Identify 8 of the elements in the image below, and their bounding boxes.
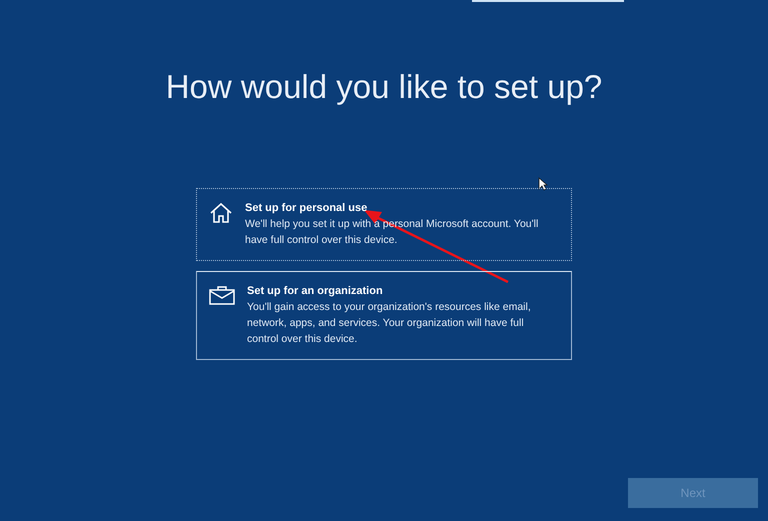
page-title: How would you like to set up? [166, 67, 602, 107]
option-heading: Set up for an organization [247, 284, 384, 298]
house-icon [209, 202, 233, 224]
setup-option-card[interactable]: Set up for an organization You'll gain access to your organization's resources like email, network, apps, and services. Your organization will have full control over this device. [196, 270, 572, 360]
cursor-icon [538, 177, 548, 191]
option-heading: Set up for personal use [245, 200, 368, 216]
briefcase-icon [209, 284, 235, 304]
option-description: You'll gain access to your organization's resources like email, network, apps, and services. Your organization will have full control over this device. [247, 300, 532, 346]
